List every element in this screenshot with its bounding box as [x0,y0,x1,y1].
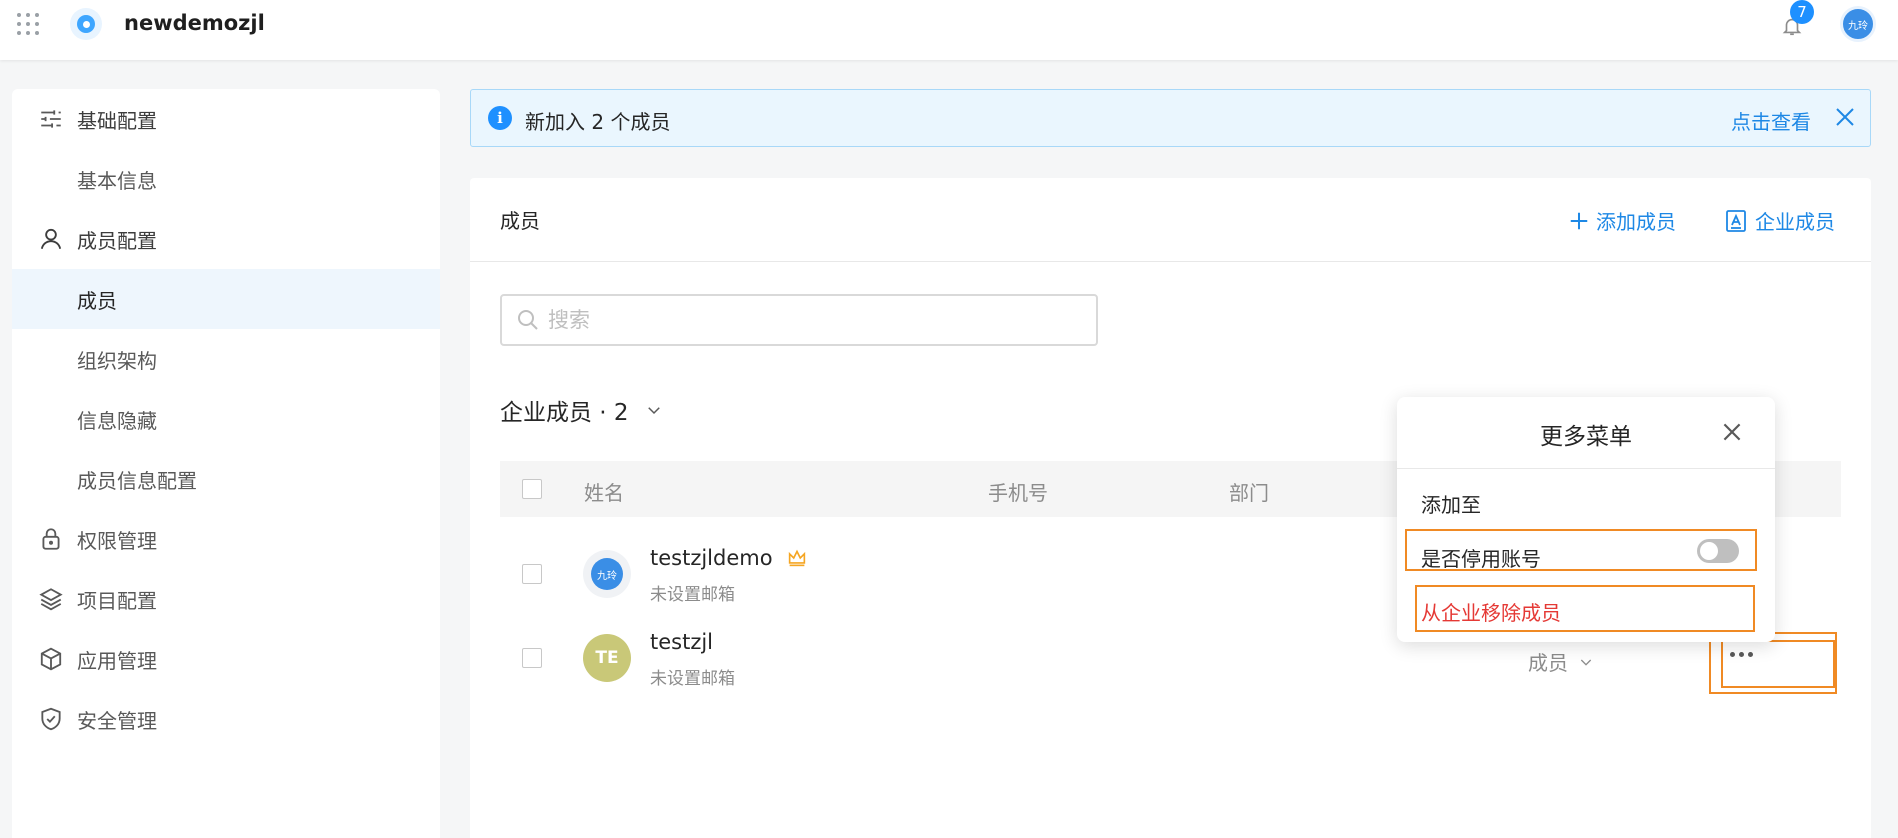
search-icon [518,310,538,330]
contact-book-icon [1726,209,1746,232]
add-member-label: 添加成员 [1596,210,1676,234]
sidebar-item-members[interactable]: 成员 [12,269,440,329]
avatar: TE [583,634,631,682]
chevron-down-icon [647,407,660,415]
sidebar-group-permissions[interactable]: 权限管理 [12,509,440,569]
member-email: 未设置邮箱 [650,585,735,605]
sidebar-item-label: 基本信息 [77,168,157,193]
member-name: testzjldemo [650,546,807,570]
corp-members-label: 企业成员 [1755,210,1835,234]
column-name: 姓名 [584,481,624,505]
notification-badge: 7 [1790,0,1814,24]
sidebar-item-org-structure[interactable]: 组织架构 [12,329,440,389]
layers-icon [38,586,64,612]
sidebar-group-app-management[interactable]: 应用管理 [12,629,440,689]
row-checkbox[interactable] [522,648,542,668]
top-bar: newdemozjl 7 九玲 [0,0,1898,60]
info-icon: i [488,106,512,130]
sidebar-item-label: 组织架构 [77,348,157,373]
sidebar-item-label: 应用管理 [77,648,157,673]
sidebar-item-label: 权限管理 [77,528,157,553]
more-menu-popup: 更多菜单 添加至 是否停用账号 从企业移除成员 [1397,397,1775,642]
sidebar-group-project-config[interactable]: 项目配置 [12,569,440,629]
disable-account-label: 是否停用账号 [1421,547,1541,571]
user-icon [38,226,64,252]
close-icon[interactable] [1719,419,1745,445]
sidebar-group-basic-config[interactable]: 基础配置 [12,89,440,149]
sidebar-item-label: 项目配置 [77,588,157,613]
column-phone: 手机号 [988,481,1048,505]
corp-members-button[interactable]: 企业成员 [1725,206,1835,235]
search-input[interactable] [548,308,1068,332]
more-actions-button[interactable] [1716,642,1766,666]
sidebar-group-member-config[interactable]: 成员配置 [12,209,440,269]
app-name: newdemozjl [124,11,265,35]
divider [1397,468,1775,469]
crown-icon [789,549,806,567]
user-avatar[interactable]: 九玲 [1840,6,1876,42]
search-box[interactable] [500,294,1098,346]
lock-icon [38,526,64,552]
add-to-section[interactable]: 添加至 [1421,489,1481,518]
view-link[interactable]: 点击查看 [1731,106,1811,135]
new-members-banner: i 新加入 2 个成员 点击查看 [470,89,1871,147]
chevron-down-icon [1580,659,1592,666]
banner-message: 新加入 2 个成员 [525,110,671,134]
apps-grid-icon[interactable] [17,13,39,35]
sidebar-item-label: 基础配置 [77,108,157,133]
close-icon[interactable] [1833,105,1857,129]
sidebar-item-label: 安全管理 [77,708,157,733]
member-name-text: testzjldemo [650,546,773,570]
members-count-dropdown[interactable]: 企业成员 · 2 [500,393,663,427]
sidebar-item-label: 成员信息配置 [77,468,197,493]
sidebar-item-label: 信息隐藏 [77,408,157,433]
shield-icon [38,706,64,732]
sliders-icon [38,106,64,132]
sidebar-item-basic-info[interactable]: 基本信息 [12,149,440,209]
remove-member-button[interactable]: 从企业移除成员 [1421,597,1561,626]
row-checkbox[interactable] [522,564,542,584]
column-department: 部门 [1229,481,1269,505]
avatar-inner: 九玲 [591,558,623,590]
plus-icon [1570,212,1588,229]
members-heading: 企业成员 · 2 [500,400,629,426]
role-label: 成员 [1528,651,1568,675]
role-select[interactable]: 成员 [1528,647,1594,676]
cube-icon [38,646,64,672]
select-all-checkbox[interactable] [522,479,542,499]
avatar: 九玲 [583,550,631,598]
sidebar-item-member-info-config[interactable]: 成员信息配置 [12,449,440,509]
member-name: testzjl [650,630,714,654]
disable-account-toggle[interactable] [1697,539,1739,563]
sidebar: 基础配置 基本信息 成员配置 成员 组织架构 信息隐藏 成员信息配置 权限管理 … [12,89,440,838]
add-member-button[interactable]: 添加成员 [1568,206,1676,235]
sidebar-item-info-hiding[interactable]: 信息隐藏 [12,389,440,449]
app-logo [70,8,102,40]
sidebar-item-label: 成员配置 [77,228,157,253]
sidebar-item-label: 成员 [77,288,117,313]
member-email: 未设置邮箱 [650,669,735,689]
divider [470,261,1871,262]
sidebar-group-security[interactable]: 安全管理 [12,689,440,749]
card-title: 成员 [500,209,540,233]
